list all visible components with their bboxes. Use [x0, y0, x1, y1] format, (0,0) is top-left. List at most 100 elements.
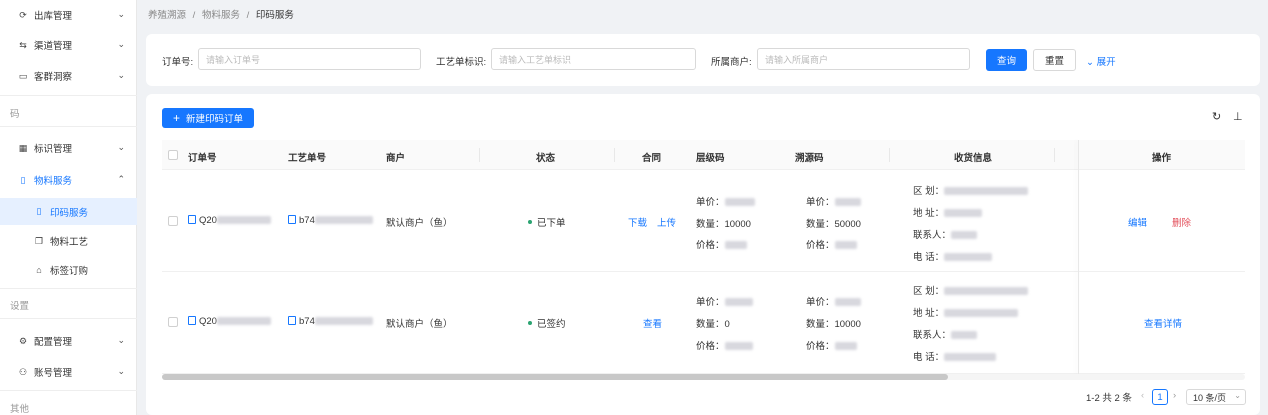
sidebar-item-identity[interactable]: ▦ 标识管理 ⌄	[0, 133, 137, 163]
trace-price: 价格：	[806, 237, 857, 251]
sidebar-item-account[interactable]: ⚇ 账号管理 ⌄	[0, 357, 137, 387]
copy-icon[interactable]	[188, 316, 196, 325]
column-separator	[614, 148, 615, 162]
sidebar-item-label: 渠道管理	[34, 41, 73, 52]
sidebar: ⟳ 出库管理 ⌄ ⇆ 渠道管理 ⌄ ▭ 客群洞察 ⌄ 码 ▦ 标识管理 ⌄ ▯ …	[0, 0, 137, 415]
level-unit-price: 单价：	[696, 294, 753, 308]
edit-link[interactable]: 编辑	[1128, 215, 1147, 229]
sidebar-item-config[interactable]: ⚙ 配置管理 ⌄	[0, 326, 137, 356]
view-details-link[interactable]: 查看详情	[1144, 316, 1182, 330]
breadcrumb-item[interactable]: 物料服务	[202, 10, 240, 21]
sidebar-item-print-service[interactable]: ▯ 印码服务	[0, 198, 137, 225]
order-input[interactable]: 请输入订单号	[198, 48, 421, 70]
status-dot-icon	[528, 220, 532, 224]
copy-icon[interactable]	[288, 215, 296, 224]
fixed-column-shadow	[1078, 140, 1079, 375]
outbound-icon: ⟳	[19, 9, 27, 20]
column-height-icon[interactable]: ⊥	[1233, 110, 1243, 123]
sidebar-item-material-craft[interactable]: ❐ 物料工艺	[0, 226, 137, 256]
sidebar-item-label: 出库管理	[34, 11, 73, 22]
group-title-code: 码	[10, 109, 20, 120]
col-trace-code: 溯源码	[795, 153, 824, 164]
receiving-address: 地 址：	[913, 205, 983, 219]
page-size-select[interactable]: 10 条/页 ⌄	[1186, 389, 1246, 405]
reset-button[interactable]: 重置	[1033, 49, 1076, 71]
craft-cell[interactable]: b74	[288, 316, 373, 327]
merchant-input[interactable]: 请输入所属商户	[757, 48, 970, 70]
sidebar-item-label: 物料工艺	[50, 237, 89, 248]
new-button-label: 新建印码订单	[186, 114, 244, 125]
sidebar-item-label-order[interactable]: ⌂ 标签订购	[0, 255, 137, 285]
scrollbar-thumb[interactable]	[162, 374, 948, 380]
divider	[0, 126, 137, 127]
col-merchant: 商户	[386, 153, 406, 164]
horizontal-scrollbar[interactable]	[162, 374, 1245, 380]
qr-icon: ▦	[18, 142, 28, 153]
trace-unit-price: 单价：	[806, 294, 861, 308]
trace-price: 价格：	[806, 338, 857, 352]
copy-icon: ❐	[34, 235, 44, 246]
status-badge: 已签约	[528, 316, 566, 330]
channel-icon: ⇆	[19, 39, 27, 50]
order-cell[interactable]: Q20	[188, 215, 271, 226]
file-icon: ▯	[20, 174, 26, 185]
craft-label: 工艺单标识:	[436, 57, 487, 68]
level-quantity: 数量：10000	[696, 219, 751, 230]
prev-page-icon[interactable]: ‹	[1141, 390, 1144, 401]
next-page-icon[interactable]: ›	[1173, 390, 1176, 401]
sidebar-item-material[interactable]: ▯ 物料服务 ⌃	[0, 165, 137, 195]
trace-quantity: 数量：10000	[806, 319, 861, 330]
delete-link[interactable]: 删除	[1172, 215, 1191, 229]
refresh-icon[interactable]: ↻	[1212, 110, 1221, 123]
craft-cell[interactable]: b74	[288, 215, 373, 226]
upload-contract-link[interactable]: 上传	[657, 215, 676, 229]
copy-icon[interactable]	[188, 215, 196, 224]
merchant-cell: 默认商户（鱼）	[386, 319, 453, 330]
sidebar-item-channel[interactable]: ⇆ 渠道管理 ⌄	[0, 30, 137, 60]
column-separator	[479, 148, 480, 162]
tag-icon: ⌂	[36, 265, 42, 275]
page-number[interactable]: 1	[1152, 389, 1168, 405]
column-separator	[889, 148, 890, 162]
pagination-summary: 1-2 共 2 条	[1086, 393, 1132, 404]
table-panel: + 新建印码订单 ↻ ⊥ 订单号 工艺单号 商户 状态 合同 层级码 溯源码 收…	[146, 94, 1260, 415]
sidebar-item-label: 配置管理	[34, 337, 73, 348]
sidebar-item-outbound[interactable]: ⟳ 出库管理 ⌄	[0, 0, 137, 30]
craft-input[interactable]: 请输入工艺单标识	[491, 48, 696, 70]
gear-icon: ⚙	[18, 335, 28, 346]
chevron-down-icon: ⌄	[1234, 391, 1241, 400]
status-badge: 已下单	[528, 215, 566, 229]
account-icon: ⚇	[18, 366, 28, 377]
copy-icon[interactable]	[288, 316, 296, 325]
receiving-address: 地 址：	[913, 305, 1019, 319]
breadcrumb-item[interactable]: 养殖溯源	[148, 10, 186, 21]
status-dot-icon	[528, 321, 532, 325]
new-print-order-button[interactable]: + 新建印码订单	[162, 108, 254, 128]
col-craft: 工艺单号	[288, 153, 327, 164]
table-row: Q20 b74 默认商户（鱼） 已签约 查看 单价： 数量：0 价格： 单价： …	[162, 272, 1245, 374]
row-checkbox[interactable]	[168, 216, 178, 226]
merchant-label: 所属商户:	[711, 57, 752, 68]
chevron-down-icon: ⌄	[117, 39, 125, 49]
divider	[0, 318, 137, 319]
col-status: 状态	[536, 153, 556, 164]
receiving-contact: 联系人：	[913, 327, 978, 341]
order-cell[interactable]: Q20	[188, 316, 271, 327]
query-button[interactable]: 查询	[986, 49, 1027, 71]
plus-icon: +	[172, 111, 180, 125]
select-all-checkbox[interactable]	[168, 150, 178, 160]
divider	[0, 390, 137, 391]
group-title-settings: 设置	[10, 301, 30, 312]
table-header: 订单号 工艺单号 商户 状态 合同 层级码 溯源码 收货信息 操作	[162, 140, 1245, 170]
row-checkbox[interactable]	[168, 317, 178, 327]
view-contract-link[interactable]: 查看	[643, 316, 662, 330]
download-contract-link[interactable]: 下载	[628, 215, 647, 229]
breadcrumb: 养殖溯源 / 物料服务 / 印码服务	[148, 7, 298, 21]
expand-label: 展开	[1096, 57, 1116, 68]
expand-link[interactable]: ⌄ 展开	[1086, 54, 1116, 68]
sidebar-item-label: 账号管理	[34, 368, 73, 379]
sidebar-item-insight[interactable]: ▭ 客群洞察 ⌄	[0, 61, 137, 91]
level-quantity: 数量：0	[696, 319, 730, 330]
breadcrumb-separator: /	[192, 10, 196, 21]
column-separator	[1054, 148, 1055, 162]
